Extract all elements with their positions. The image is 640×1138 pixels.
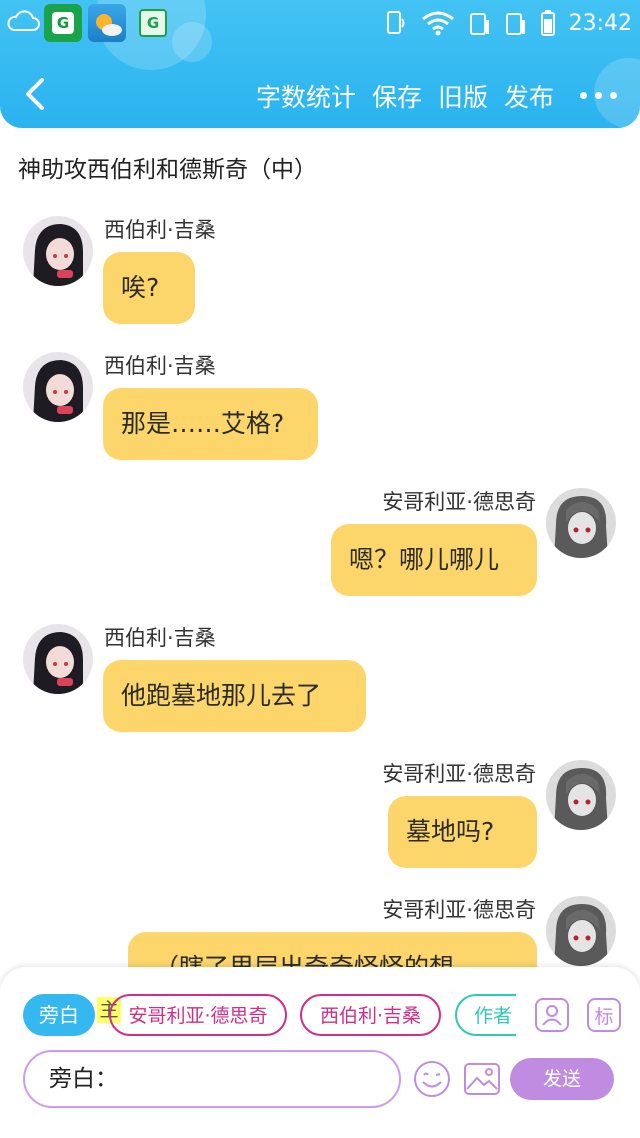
status-icons: 23:42 bbox=[385, 8, 632, 38]
author-chip-viewport: 作者 bbox=[452, 990, 516, 1040]
more-icon[interactable] bbox=[580, 91, 618, 101]
weather-icon bbox=[88, 4, 126, 42]
message-input[interactable]: 旁白： bbox=[23, 1050, 401, 1108]
page-title: 神助攻西伯利和德斯奇（中） bbox=[18, 157, 317, 183]
publish-button[interactable]: 发布 bbox=[504, 78, 554, 114]
back-icon[interactable] bbox=[22, 76, 52, 112]
emoji-icon[interactable] bbox=[412, 1059, 452, 1099]
sender-name: 西伯利·吉桑 bbox=[104, 218, 216, 242]
save-button[interactable]: 保存 bbox=[372, 78, 422, 114]
character-icon[interactable] bbox=[535, 998, 569, 1032]
author-chip[interactable]: 作者 bbox=[455, 994, 516, 1036]
battery-icon bbox=[540, 10, 555, 36]
message-bubble[interactable]: 嗯？哪儿哪儿 bbox=[331, 524, 537, 596]
sender-name: 安哥利亚·德思奇 bbox=[382, 762, 536, 786]
old-version-button[interactable]: 旧版 bbox=[438, 78, 488, 114]
signal-icon bbox=[469, 13, 489, 35]
status-bar: G G 23:42 bbox=[0, 0, 640, 46]
toolbar: 字数统计 保存 旧版 发布 bbox=[240, 78, 618, 114]
app-icon: G bbox=[44, 4, 82, 42]
narration-chip[interactable]: 旁白 bbox=[23, 994, 95, 1036]
character-chip[interactable]: 西伯利·吉桑 bbox=[300, 994, 441, 1036]
sender-name: 西伯利·吉桑 bbox=[104, 626, 216, 650]
tag-button[interactable]: 标 bbox=[587, 998, 621, 1032]
cloud-icon bbox=[7, 10, 40, 31]
sender-name: 安哥利亚·德思奇 bbox=[382, 898, 536, 922]
send-button[interactable]: 发送 bbox=[510, 1058, 614, 1100]
avatar[interactable] bbox=[546, 896, 616, 966]
message-bubble[interactable]: 那是……艾格? bbox=[103, 388, 318, 460]
image-icon[interactable] bbox=[462, 1059, 502, 1099]
word-count-button[interactable]: 字数统计 bbox=[256, 78, 356, 114]
avatar[interactable] bbox=[23, 216, 93, 286]
phone-icon bbox=[386, 11, 405, 34]
avatar[interactable] bbox=[23, 352, 93, 422]
sender-name: 安哥利亚·德思奇 bbox=[382, 490, 536, 514]
avatar[interactable] bbox=[23, 624, 93, 694]
app-header: G G 23:42 字数统计 保存 旧版 发布 bbox=[0, 0, 640, 128]
avatar[interactable] bbox=[546, 760, 616, 830]
avatar[interactable] bbox=[546, 488, 616, 558]
message-bubble[interactable]: 唉? bbox=[103, 252, 195, 324]
wifi-icon bbox=[421, 11, 454, 36]
message-bubble[interactable]: 墓地吗? bbox=[388, 796, 537, 868]
clock: 23:42 bbox=[568, 10, 632, 36]
character-chip[interactable]: 安哥利亚·德思奇 bbox=[109, 994, 287, 1036]
message-bubble[interactable]: （瞎了里层出奇奇怪怪的想 bbox=[128, 932, 537, 972]
signal-icon bbox=[505, 13, 525, 35]
sender-name: 西伯利·吉桑 bbox=[104, 354, 216, 378]
message-bubble[interactable]: 他跑墓地那儿去了 bbox=[103, 660, 366, 732]
app-icon: G bbox=[134, 4, 172, 42]
